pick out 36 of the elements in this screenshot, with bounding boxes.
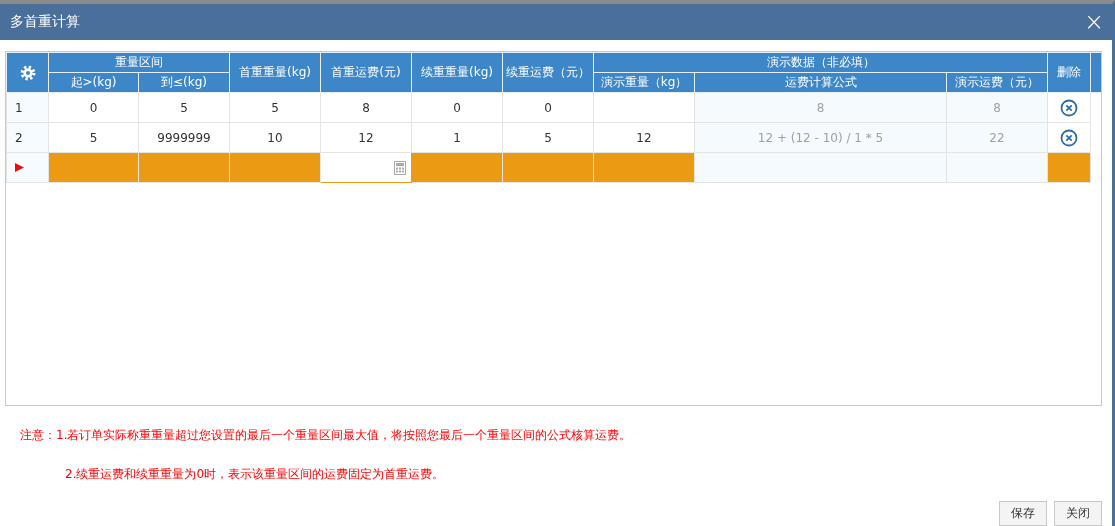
table-cell[interactable]: 0 — [502, 92, 594, 123]
close-button[interactable]: 关闭 — [1054, 501, 1102, 526]
close-button[interactable]: × — [1083, 10, 1104, 35]
table-cell[interactable]: 0 — [411, 92, 503, 123]
column-header: 续重重量(kg) — [411, 52, 503, 93]
table-cell[interactable]: 8 — [320, 92, 412, 123]
save-button[interactable]: 保存 — [999, 501, 1047, 526]
window-title: 多首重计算 — [10, 13, 80, 32]
settings-icon[interactable] — [19, 64, 36, 81]
delete-icon[interactable] — [1060, 128, 1078, 147]
column-header: 首重运费(元) — [320, 52, 412, 93]
row-number: 1 — [15, 100, 23, 115]
table-cell: 8 — [946, 92, 1048, 123]
note-text: 注意：1.若订单实际称重重量超过您设置的最后一个重量区间最大值，将按照您最后一个重量区间的公式核算运费。 — [20, 427, 633, 444]
table-cell[interactable]: 5 — [138, 92, 230, 123]
row-number: 2 — [15, 130, 23, 145]
table-cell[interactable]: 12 — [320, 122, 412, 153]
table-cell: 8 — [694, 92, 947, 123]
column-header: 演示数据（非必填） — [593, 52, 1048, 73]
table-cell[interactable]: 12 — [593, 122, 695, 153]
table-cell[interactable]: 5 — [229, 92, 321, 123]
note-text: 2.续重运费和续重重量为0时，表示该重量区间的运费固定为首重运费。 — [64, 466, 446, 483]
table-cell[interactable]: 5 — [502, 122, 594, 153]
table-cell: 22 — [946, 122, 1048, 153]
column-header: 重量区间 — [48, 52, 230, 73]
calculator-icon[interactable] — [394, 160, 406, 175]
delete-icon[interactable] — [1060, 98, 1078, 117]
table-cell[interactable]: 9999999 — [138, 122, 230, 153]
column-header: 删除 — [1047, 52, 1091, 93]
table-cell[interactable]: 1 — [411, 122, 503, 153]
column-header: 续重运费（元） — [502, 52, 594, 93]
table-cell[interactable]: 5 — [48, 122, 139, 153]
table-cell[interactable]: 0 — [48, 92, 139, 123]
column-header: 首重重量(kg) — [229, 52, 321, 93]
table-cell: 12 + (12 - 10) / 1 * 5 — [694, 122, 947, 153]
table-cell[interactable]: 10 — [229, 122, 321, 153]
